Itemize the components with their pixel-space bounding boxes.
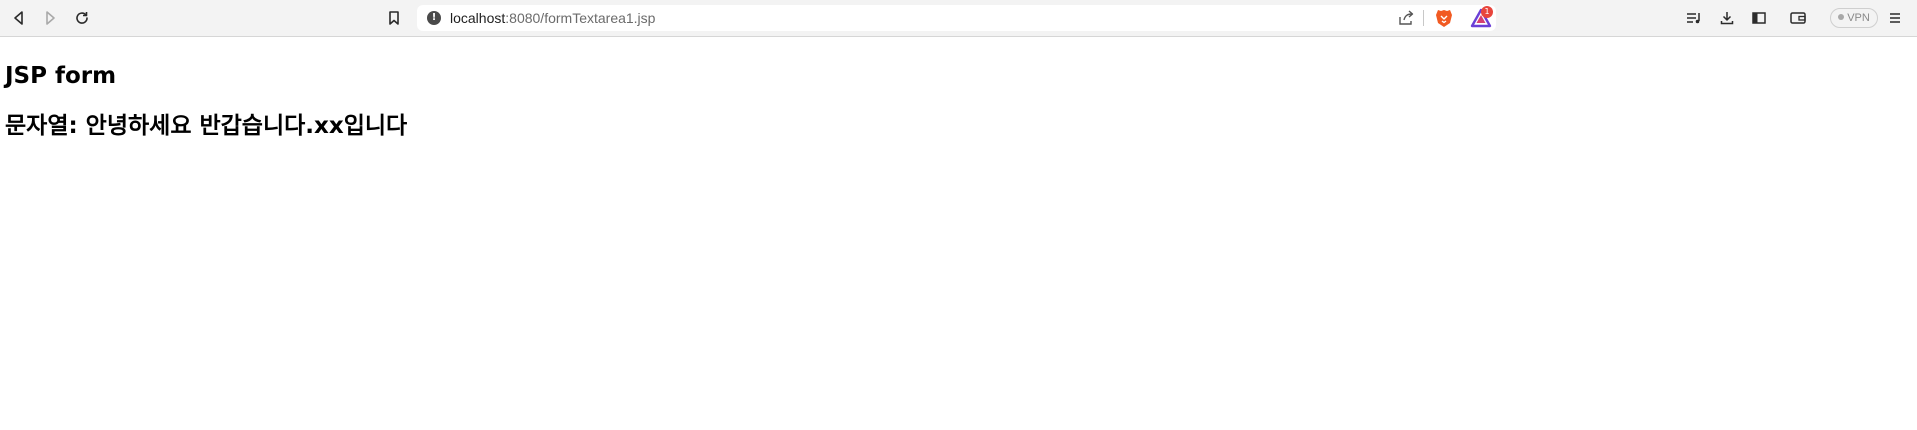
brave-lion-icon xyxy=(1436,10,1452,27)
downloads-button[interactable] xyxy=(1715,6,1739,30)
rewards-badge: 1 xyxy=(1481,6,1493,18)
bookmark-icon xyxy=(389,11,399,25)
sidebar-icon xyxy=(1752,12,1766,24)
forward-icon xyxy=(46,11,55,25)
url-text[interactable]: localhost:8080/formTextarea1.jsp xyxy=(450,9,655,27)
brave-shields-button[interactable] xyxy=(1433,7,1455,29)
share-button[interactable] xyxy=(1396,8,1416,28)
url-path: :8080/formTextarea1.jsp xyxy=(505,10,656,26)
playlist-icon xyxy=(1687,13,1700,24)
vpn-status-icon xyxy=(1838,14,1845,21)
url-host: localhost xyxy=(450,10,506,26)
wallet-button[interactable] xyxy=(1786,6,1810,30)
bookmark-button[interactable] xyxy=(382,6,406,30)
url-divider xyxy=(1423,10,1424,26)
wallet-icon xyxy=(1790,12,1806,24)
reload-button[interactable] xyxy=(70,6,94,30)
back-button[interactable] xyxy=(7,6,31,30)
back-icon xyxy=(14,11,23,25)
playlist-button[interactable] xyxy=(1682,6,1706,30)
share-icon xyxy=(1399,10,1414,25)
menu-button[interactable] xyxy=(1883,6,1907,30)
sidebar-button[interactable] xyxy=(1747,6,1771,30)
reload-icon xyxy=(76,12,88,24)
page-heading: JSP form xyxy=(5,63,117,89)
browser-toolbar: ! localhost:8080/formTextarea1.jsp 1 VPN xyxy=(0,0,1917,37)
result-text: 문자열: 안녕하세요 반갑습니다.xx입니다 xyxy=(5,113,408,139)
forward-button[interactable] xyxy=(38,6,62,30)
hamburger-menu-icon xyxy=(1890,13,1900,23)
address-bar[interactable]: ! localhost:8080/formTextarea1.jsp 1 xyxy=(417,5,1496,31)
vpn-button[interactable]: VPN xyxy=(1830,8,1878,28)
site-info-icon[interactable]: ! xyxy=(427,11,441,25)
download-icon xyxy=(1720,12,1734,25)
vpn-label: VPN xyxy=(1847,12,1870,24)
